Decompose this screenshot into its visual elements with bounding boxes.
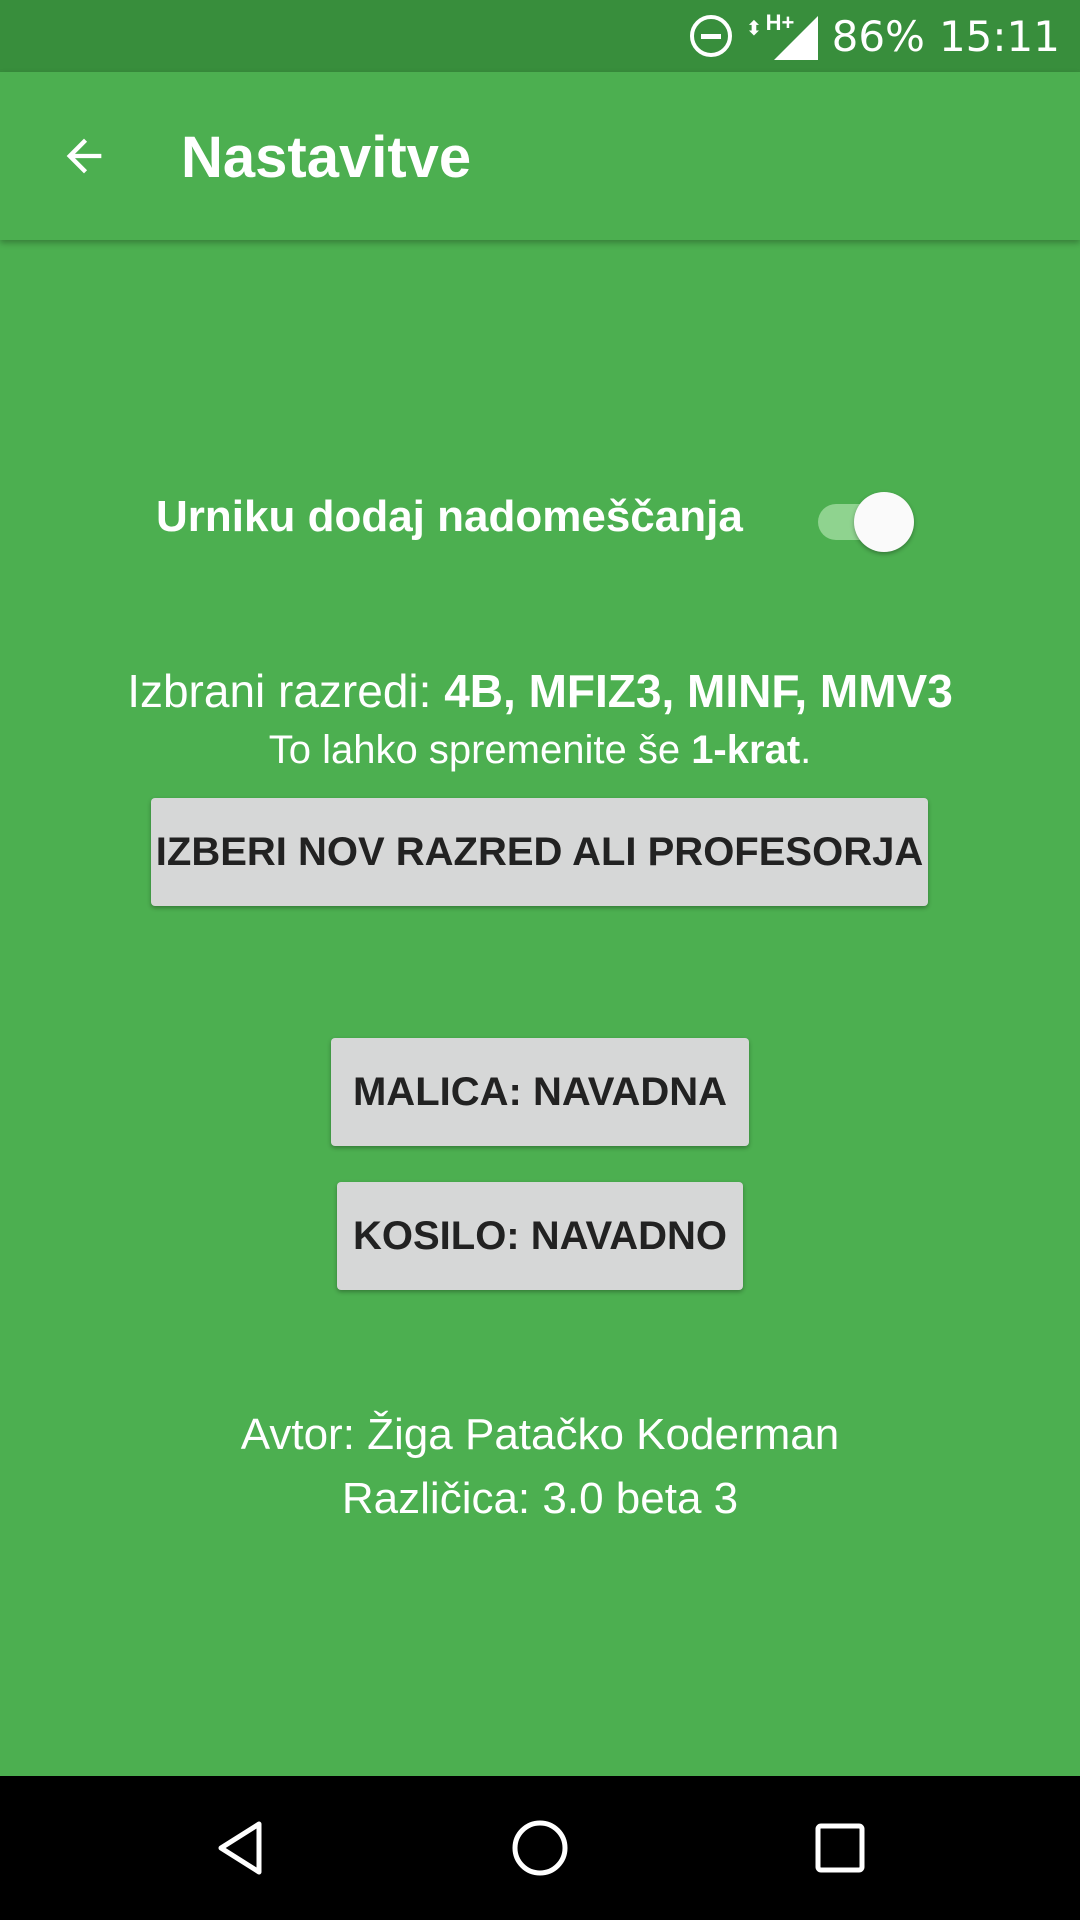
- battery-percent: 86%: [831, 11, 925, 61]
- substitutions-toggle[interactable]: [818, 480, 918, 560]
- do-not-disturb-icon: [689, 15, 732, 57]
- change-limit: To lahko spremenite še 1-krat.: [0, 728, 1080, 773]
- change-limit-value: 1-krat: [691, 728, 801, 772]
- navigation-bar: [0, 1776, 1080, 1920]
- nav-recent-icon: [815, 1823, 865, 1873]
- page-title: Nastavitve: [181, 125, 472, 190]
- status-bar: ⬍ H+ 86% 15:11: [0, 0, 1080, 72]
- status-icons: ⬍ H+ 86% 15:11: [689, 0, 1060, 72]
- change-limit-label: To lahko spremenite še: [268, 728, 692, 772]
- change-limit-suffix: .: [800, 728, 812, 772]
- app-bar: Nastavitve: [0, 72, 1080, 240]
- substitutions-setting: Urniku dodaj nadomeščanja: [150, 480, 930, 560]
- nav-back-icon: [218, 1821, 262, 1875]
- selected-classes-label: Izbrani razredi:: [127, 665, 445, 717]
- nav-home-button[interactable]: [500, 1808, 580, 1888]
- arrow-back-icon: [66, 138, 102, 174]
- selected-classes: Izbrani razredi: 4B, MFIZ3, MINF, MMV3: [0, 664, 1080, 718]
- settings-content: Urniku dodaj nadomeščanja Izbrani razred…: [0, 240, 1080, 1776]
- network-activity-icon: ⬍: [745, 18, 763, 40]
- selected-classes-value: 4B, MFIZ3, MINF, MMV3: [444, 665, 953, 717]
- version-text: Različica: 3.0 beta 3: [341, 1474, 739, 1523]
- choose-class-button[interactable]: IZBERI NOV RAZRED ALI PROFESORJA: [151, 798, 928, 906]
- signal-icon: ⬍ H+: [745, 10, 818, 60]
- back-button[interactable]: [40, 112, 128, 200]
- toggle-thumb: [854, 492, 914, 552]
- nav-home-icon: [512, 1820, 568, 1876]
- nav-back-button[interactable]: [201, 1808, 281, 1888]
- malica-button[interactable]: MALICA: NAVADNA: [331, 1038, 749, 1146]
- author-text: Avtor: Žiga Patačko Koderman: [240, 1410, 840, 1459]
- clock: 15:11: [938, 11, 1060, 61]
- kosilo-button[interactable]: KOSILO: NAVADNO: [337, 1182, 743, 1290]
- signal-strength-icon: [773, 16, 818, 60]
- nav-recent-button[interactable]: [800, 1808, 880, 1888]
- substitutions-toggle-label: Urniku dodaj nadomeščanja: [156, 492, 743, 541]
